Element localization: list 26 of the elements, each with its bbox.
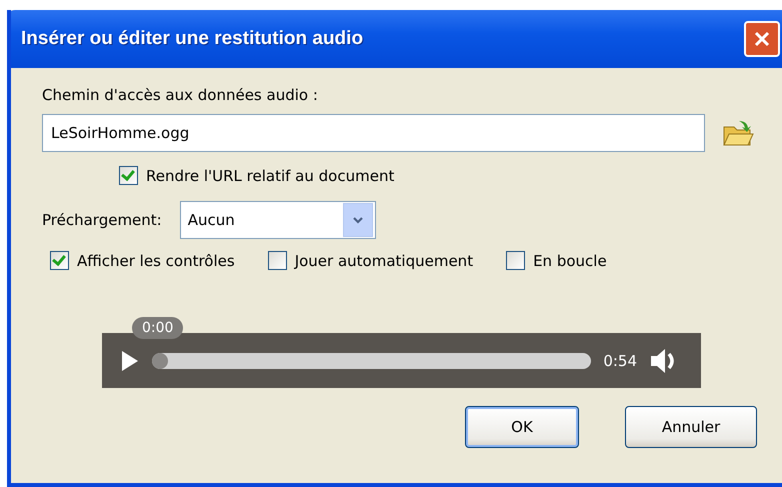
checkbox[interactable] (50, 251, 69, 270)
duration-label: 0:54 (603, 352, 637, 370)
dialog-button[interactable]: OK (465, 406, 579, 448)
option-checkbox[interactable]: Afficher les contrôles (50, 251, 235, 270)
folder-icon[interactable] (721, 118, 755, 148)
window-title: Insérer ou éditer une restitution audio (21, 28, 364, 50)
checkbox-label: Jouer automatiquement (294, 252, 474, 270)
path-field[interactable]: LeSoirHomme.ogg (42, 114, 705, 152)
checkbox-label: Afficher les contrôles (77, 252, 235, 270)
play-icon[interactable] (120, 350, 140, 372)
time-tooltip: 0:00 (132, 316, 184, 338)
checkbox-label: En boucle (533, 252, 607, 270)
path-label: Chemin d'accès aux données audio : (42, 86, 319, 104)
close-icon (752, 29, 772, 49)
option-checkbox[interactable]: Jouer automatiquement (268, 251, 474, 270)
checkbox[interactable] (506, 251, 526, 270)
relative-url-checkbox[interactable]: Rendre l'URL relatif au document (119, 166, 782, 185)
checkbox[interactable] (268, 251, 287, 270)
option-checkbox[interactable]: En boucle (506, 251, 607, 270)
checkbox[interactable] (119, 166, 138, 185)
close-button[interactable] (744, 21, 780, 57)
checkbox-label: Rendre l'URL relatif au document (146, 166, 394, 184)
seek-thumb[interactable] (152, 352, 168, 368)
preload-dropdown[interactable]: Aucun (180, 201, 376, 239)
dialog-button[interactable]: Annuler (625, 406, 757, 448)
preload-label: Préchargement: (42, 211, 162, 229)
